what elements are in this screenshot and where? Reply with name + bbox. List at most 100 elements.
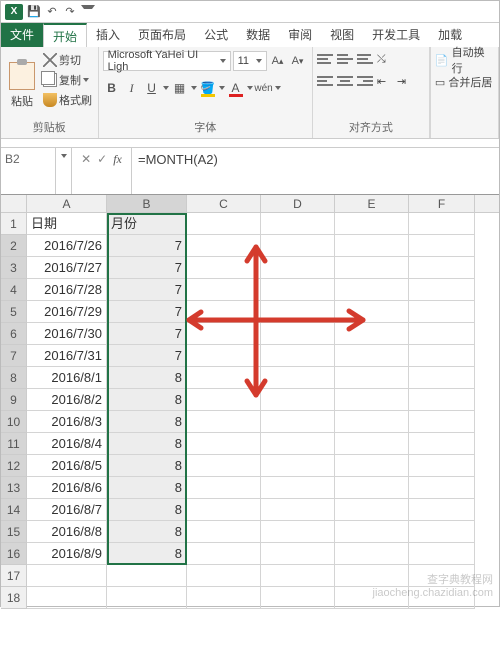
cell-A9[interactable]: 2016/8/2 (27, 389, 107, 411)
cell-E14[interactable] (335, 499, 409, 521)
cell-A11[interactable]: 2016/8/4 (27, 433, 107, 455)
cell-A5[interactable]: 2016/7/29 (27, 301, 107, 323)
orientation-button[interactable]: ⤯ (377, 51, 393, 67)
cell-B2[interactable]: 7 (107, 235, 187, 257)
cell-E8[interactable] (335, 367, 409, 389)
name-box-input[interactable] (5, 152, 51, 166)
cell-C10[interactable] (187, 411, 261, 433)
align-bottom-button[interactable] (357, 51, 373, 67)
cell-B8[interactable]: 8 (107, 367, 187, 389)
cell-C16[interactable] (187, 543, 261, 565)
merge-center-button[interactable]: ▭合并后居 (435, 73, 494, 91)
cell-F15[interactable] (409, 521, 475, 543)
cell-A6[interactable]: 2016/7/30 (27, 323, 107, 345)
fx-button[interactable]: fx (113, 152, 122, 167)
decrease-indent-button[interactable]: ⇤ (377, 73, 393, 89)
increase-font-button[interactable]: A▴ (269, 51, 287, 71)
cell-B5[interactable]: 7 (107, 301, 187, 323)
cell-A15[interactable]: 2016/8/8 (27, 521, 107, 543)
cell-E5[interactable] (335, 301, 409, 323)
cell-D18[interactable] (261, 587, 335, 609)
cell-A18[interactable] (27, 587, 107, 609)
cell-D14[interactable] (261, 499, 335, 521)
row-header[interactable]: 5 (1, 301, 27, 323)
cell-C9[interactable] (187, 389, 261, 411)
chevron-down-icon[interactable] (191, 86, 197, 90)
cell-B11[interactable]: 8 (107, 433, 187, 455)
cell-A2[interactable]: 2016/7/26 (27, 235, 107, 257)
chevron-down-icon[interactable] (275, 86, 281, 90)
cell-D10[interactable] (261, 411, 335, 433)
align-middle-button[interactable] (337, 51, 353, 67)
row-header[interactable]: 8 (1, 367, 27, 389)
phonetic-button[interactable]: wén (255, 79, 273, 97)
tab-formulas[interactable]: 公式 (195, 23, 237, 47)
cell-C1[interactable] (187, 213, 261, 235)
redo-icon[interactable]: ↷ (63, 5, 77, 19)
cell-B13[interactable]: 8 (107, 477, 187, 499)
column-header-D[interactable]: D (261, 195, 335, 212)
cell-E2[interactable] (335, 235, 409, 257)
row-header[interactable]: 14 (1, 499, 27, 521)
tab-view[interactable]: 视图 (321, 23, 363, 47)
align-top-button[interactable] (317, 51, 333, 67)
row-header[interactable]: 10 (1, 411, 27, 433)
select-all-corner[interactable] (1, 195, 27, 212)
font-color-button[interactable]: A (227, 79, 245, 97)
name-box[interactable] (1, 148, 56, 194)
cell-E15[interactable] (335, 521, 409, 543)
cell-A4[interactable]: 2016/7/28 (27, 279, 107, 301)
cell-F10[interactable] (409, 411, 475, 433)
cell-B16[interactable]: 8 (107, 543, 187, 565)
cell-C4[interactable] (187, 279, 261, 301)
cell-A10[interactable]: 2016/8/3 (27, 411, 107, 433)
column-header-E[interactable]: E (335, 195, 409, 212)
row-header[interactable]: 2 (1, 235, 27, 257)
cell-F4[interactable] (409, 279, 475, 301)
column-header-A[interactable]: A (27, 195, 107, 212)
cell-E4[interactable] (335, 279, 409, 301)
cell-B7[interactable]: 7 (107, 345, 187, 367)
row-header[interactable]: 1 (1, 213, 27, 235)
paste-button[interactable]: 粘贴 (5, 51, 39, 120)
cell-B6[interactable]: 7 (107, 323, 187, 345)
tab-file[interactable]: 文件 (1, 23, 43, 47)
name-box-expand[interactable] (56, 148, 72, 194)
cell-E11[interactable] (335, 433, 409, 455)
cell-C12[interactable] (187, 455, 261, 477)
cell-C15[interactable] (187, 521, 261, 543)
cell-B9[interactable]: 8 (107, 389, 187, 411)
align-center-button[interactable] (337, 73, 353, 89)
cell-B14[interactable]: 8 (107, 499, 187, 521)
cell-F2[interactable] (409, 235, 475, 257)
cell-D1[interactable] (261, 213, 335, 235)
cell-A17[interactable] (27, 565, 107, 587)
cell-C8[interactable] (187, 367, 261, 389)
cell-C13[interactable] (187, 477, 261, 499)
increase-indent-button[interactable]: ⇥ (397, 73, 413, 89)
cell-D4[interactable] (261, 279, 335, 301)
cell-E12[interactable] (335, 455, 409, 477)
cell-D8[interactable] (261, 367, 335, 389)
row-header[interactable]: 9 (1, 389, 27, 411)
underline-button[interactable]: U (143, 79, 161, 97)
cell-F6[interactable] (409, 323, 475, 345)
row-header[interactable]: 17 (1, 565, 27, 587)
cell-E16[interactable] (335, 543, 409, 565)
bold-button[interactable]: B (103, 79, 121, 97)
column-header-B[interactable]: B (107, 195, 187, 212)
cell-F12[interactable] (409, 455, 475, 477)
cell-E6[interactable] (335, 323, 409, 345)
cell-D5[interactable] (261, 301, 335, 323)
row-header[interactable]: 12 (1, 455, 27, 477)
font-name-select[interactable]: Microsoft YaHei UI Ligh (103, 51, 231, 71)
cell-B10[interactable]: 8 (107, 411, 187, 433)
chevron-down-icon[interactable] (219, 86, 225, 90)
cell-A7[interactable]: 2016/7/31 (27, 345, 107, 367)
border-button[interactable]: ▦ (171, 79, 189, 97)
cell-A12[interactable]: 2016/8/5 (27, 455, 107, 477)
cancel-formula-button[interactable]: ✕ (81, 152, 91, 166)
cell-D15[interactable] (261, 521, 335, 543)
cell-D11[interactable] (261, 433, 335, 455)
cell-F13[interactable] (409, 477, 475, 499)
